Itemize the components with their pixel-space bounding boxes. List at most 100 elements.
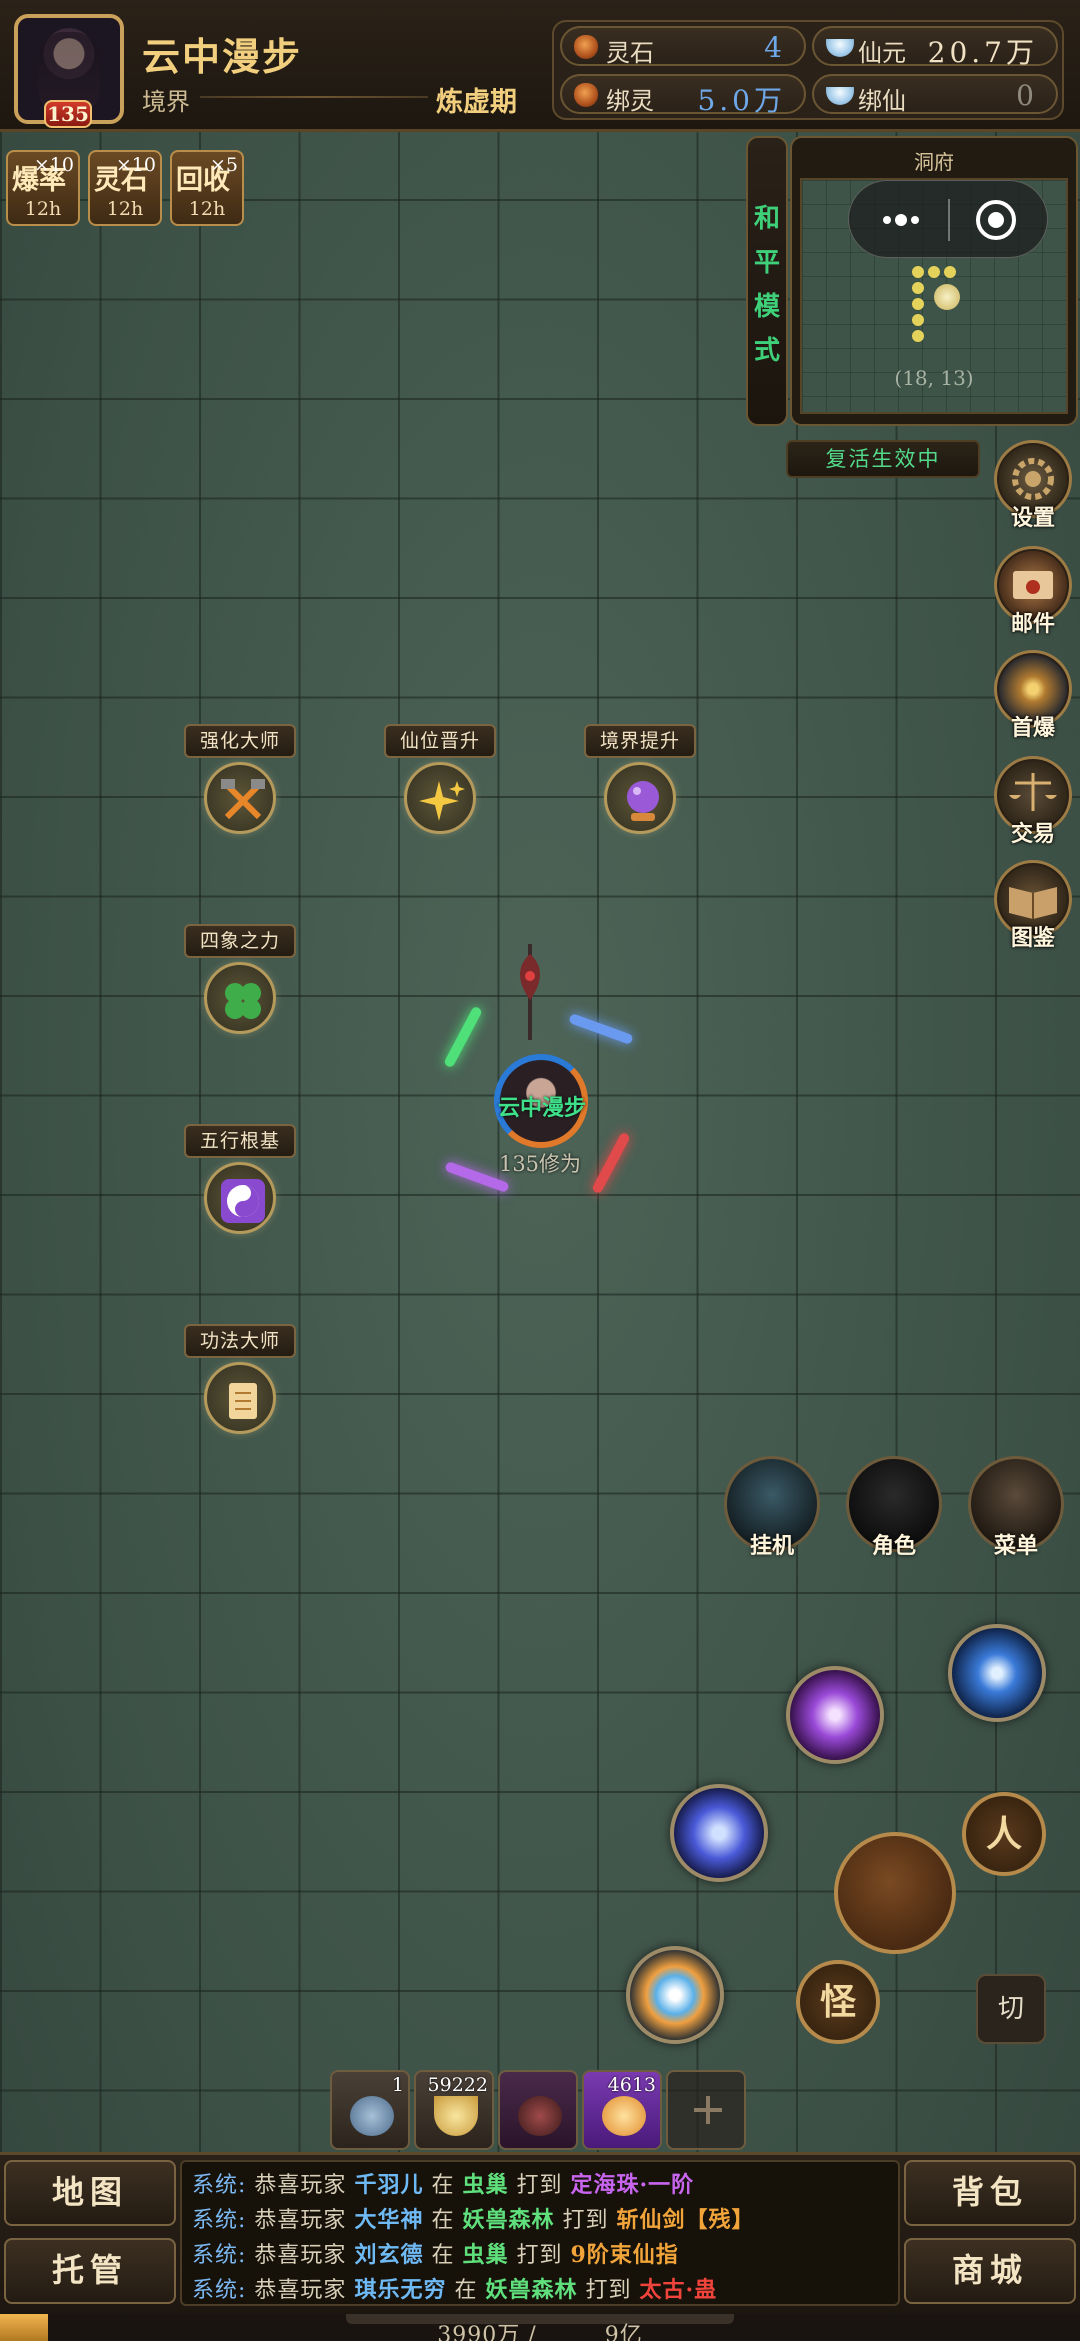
chat-map[interactable]: 妖兽森林 <box>485 2277 577 2303</box>
buff-count: ×10 <box>115 154 156 176</box>
quick-item-treasure[interactable]: 4613 <box>582 2070 662 2150</box>
scroll-icon <box>204 1362 276 1434</box>
item-count: 1 <box>391 2074 404 2096</box>
switch-target-button[interactable]: 切 <box>976 1974 1046 2044</box>
currency-bound-immortal[interactable]: 绑仙 0 <box>812 74 1058 115</box>
first-drop-button[interactable]: 首爆 <box>992 650 1074 741</box>
experience-max: 9亿 <box>604 2323 643 2341</box>
player-weapon-halberd <box>510 944 550 1040</box>
chat-map[interactable]: 妖兽森林 <box>462 2207 554 2233</box>
sparkles-icon <box>404 762 476 834</box>
quick-item-gold[interactable]: 59222 <box>414 2070 494 2150</box>
mail-button[interactable]: 邮件 <box>992 546 1074 637</box>
chat-line: 系统: 恭喜玩家 千羽儿 在 虫巢 打到 定海珠·一阶 <box>192 2168 888 2203</box>
chat-player[interactable]: 大华神 <box>354 2207 423 2233</box>
more-options-icon[interactable] <box>879 205 929 239</box>
chat-item[interactable]: 定海珠·一阶 <box>571 2172 695 2198</box>
peace-mode-char: 和 <box>753 204 780 234</box>
npc-enhance-master[interactable]: 强化大师 <box>184 724 296 852</box>
currency-name: 绑灵 <box>606 87 654 115</box>
quick-item-orb[interactable] <box>498 2070 578 2150</box>
quick-item-add[interactable] <box>666 2070 746 2150</box>
chat-line: 系统: 恭喜玩家 刘玄德 在 虫巢 打到 9阶束仙指 <box>192 2238 888 2273</box>
chat-map[interactable]: 虫巢 <box>462 2242 508 2268</box>
npc-label: 四象之力 <box>184 924 296 958</box>
bag-button[interactable]: 背包 <box>904 2160 1076 2226</box>
chat-player[interactable]: 琪乐无穷 <box>354 2277 446 2303</box>
buff-spirit-stone[interactable]: 灵石 ×10 12h <box>88 150 162 226</box>
chat-item[interactable]: 太古·蛊 <box>640 2277 718 2303</box>
player-character-name: 云中漫步 <box>497 1095 586 1121</box>
npc-technique-master[interactable]: 功法大师 <box>184 1324 296 1452</box>
buff-recycle[interactable]: 回收 ×5 12h <box>170 150 244 226</box>
currency-name: 绑仙 <box>858 87 906 115</box>
chat-prefix: 系统: <box>192 2278 247 2303</box>
buff-drop-rate[interactable]: 爆率 ×10 12h <box>6 150 80 226</box>
skill-vortex[interactable] <box>948 1624 1046 1722</box>
npc-immortal-promotion[interactable]: 仙位晋升 <box>384 724 496 852</box>
map-button[interactable]: 地图 <box>4 2160 176 2226</box>
npc-label: 境界提升 <box>584 724 696 758</box>
rune-stone-icon <box>350 2096 394 2136</box>
currency-bound-spirit[interactable]: 绑灵 5.0万 <box>560 74 806 117</box>
chat-item[interactable]: 斩仙剑【残】 <box>617 2207 755 2233</box>
codex-button[interactable]: 图鉴 <box>992 860 1074 951</box>
minimap-npc-dot <box>912 298 924 310</box>
currency-immortal-yuan[interactable]: 仙元 20.7万 <box>812 26 1058 69</box>
chat-text: 恭喜玩家 <box>254 2208 347 2233</box>
chat-prefix: 系统: <box>192 2173 247 2198</box>
attack-joystick[interactable] <box>834 1832 956 1954</box>
capsule-divider <box>948 199 950 241</box>
target-monster-button[interactable]: 怪 <box>796 1960 880 2044</box>
item-count: 4613 <box>607 2074 656 2096</box>
menu-label: 菜单 <box>993 1533 1038 1559</box>
spirit-stone-icon <box>574 35 598 59</box>
skill-spirit-palm[interactable] <box>670 1784 768 1882</box>
peace-mode-toggle[interactable]: 和 平 模 式 <box>746 136 788 426</box>
minimap-npc-dot <box>912 282 924 294</box>
minimap-title: 洞府 <box>914 150 954 174</box>
revive-status-badge: 复活生效中 <box>786 440 980 478</box>
character-button[interactable]: 角色 <box>846 1456 942 1566</box>
auto-manage-button[interactable]: 托管 <box>4 2238 176 2304</box>
chat-text: 在 <box>454 2278 478 2303</box>
chat-text: 恭喜玩家 <box>254 2173 347 2198</box>
dark-orb-icon <box>518 2096 562 2136</box>
skill-arcane-burst[interactable] <box>786 1666 884 1764</box>
silver-ingot-icon <box>826 39 854 57</box>
chat-text: 在 <box>431 2243 455 2268</box>
currency-spirit-stone[interactable]: 灵石 4 <box>560 26 806 67</box>
currency-name: 灵石 <box>606 39 654 67</box>
settings-button[interactable]: 设置 <box>992 440 1074 531</box>
npc-label: 五行根基 <box>184 1124 296 1158</box>
auto-battle-button[interactable]: 挂机 <box>724 1456 820 1566</box>
npc-four-symbols[interactable]: 四象之力 <box>184 924 296 1052</box>
quick-item-rune[interactable]: 1 <box>330 2070 410 2150</box>
menu-button[interactable]: 菜单 <box>968 1456 1064 1566</box>
minimap-player-dot <box>934 284 960 310</box>
close-target-icon[interactable] <box>973 197 1019 247</box>
currency-value: 0 <box>1016 79 1038 112</box>
shop-button[interactable]: 商城 <box>904 2238 1076 2304</box>
skill-star-burst[interactable] <box>626 1946 724 2044</box>
chat-player[interactable]: 刘玄德 <box>354 2242 423 2268</box>
four-leaf-clover-icon <box>204 962 276 1034</box>
currency-name: 仙元 <box>858 39 906 67</box>
player-cultivation: 135修为 <box>498 1152 582 1176</box>
npc-label: 仙位晋升 <box>384 724 496 758</box>
trade-label: 交易 <box>1010 821 1055 847</box>
chat-item[interactable]: 9阶束仙指 <box>571 2242 679 2268</box>
system-chat-panel[interactable]: 系统: 恭喜玩家 千羽儿 在 虫巢 打到 定海珠·一阶 系统: 恭喜玩家 大华神… <box>180 2160 900 2306</box>
target-person-button[interactable]: 人 <box>962 1792 1046 1876</box>
chat-player[interactable]: 千羽儿 <box>354 2172 423 2198</box>
npc-label: 功法大师 <box>184 1324 296 1358</box>
npc-realm-upgrade[interactable]: 境界提升 <box>584 724 696 852</box>
flying-sword-blue <box>568 1013 634 1045</box>
realm-label: 境界 <box>142 88 190 116</box>
spirit-stone-icon <box>574 83 598 107</box>
chat-line: 系统: 恭喜玩家 琪乐无穷 在 妖兽森林 打到 太古·蛊 <box>192 2273 888 2308</box>
trade-button[interactable]: 交易 <box>992 756 1074 847</box>
peace-mode-char: 平 <box>753 248 780 278</box>
npc-five-elements[interactable]: 五行根基 <box>184 1124 296 1252</box>
chat-map[interactable]: 虫巢 <box>462 2172 508 2198</box>
